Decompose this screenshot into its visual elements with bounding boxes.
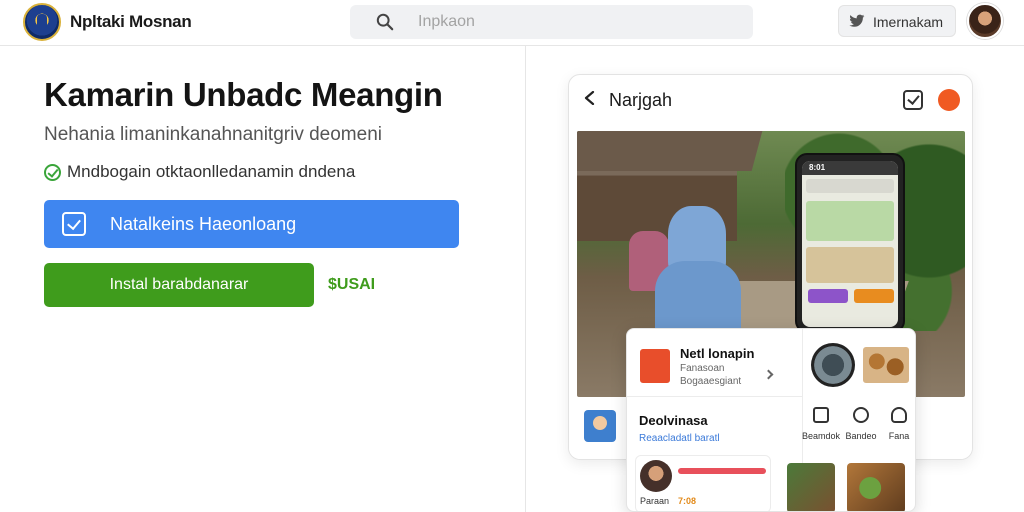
checkbox-icon[interactable] <box>903 90 923 110</box>
square-icon <box>813 407 829 423</box>
item-thumbnail <box>640 349 670 383</box>
phone-button-purple <box>808 289 848 303</box>
app-title: Npltaki Mosnan <box>70 12 192 31</box>
hero-subtitle: Nehania limaninkanahnanitgriv deomeni <box>44 124 382 145</box>
item-label: Paraan <box>640 496 670 506</box>
detail-item-1[interactable]: Netl lonapin Fanasoan Bogaaesgiant <box>627 329 803 397</box>
share-label: Imernakam <box>873 14 944 30</box>
tab-label: Beamdok <box>801 431 841 441</box>
phone-time: 8:01 <box>809 163 826 172</box>
preview-title: Narjgah <box>609 90 673 110</box>
back-icon[interactable] <box>583 91 597 105</box>
phone-button-orange <box>854 289 894 303</box>
floating-detail-card: Netl lonapin Fanasoan Bogaaesgiant Deolv… <box>626 328 916 512</box>
column-divider <box>525 46 526 512</box>
food-image[interactable] <box>863 347 909 383</box>
thumbnail-photo[interactable] <box>847 463 905 511</box>
primary-action-label: Natalkeins Haeonloang <box>110 214 297 234</box>
section-title: Deolvinasa <box>639 413 708 428</box>
primary-action-button[interactable]: Natalkeins Haeonloang <box>44 200 459 248</box>
item-name: Netl lonapin <box>680 346 755 361</box>
thumbnail-photo[interactable] <box>787 463 835 511</box>
detail-item-3[interactable]: Paraan 7:08 <box>635 455 771 511</box>
detail-right-column: Beamdok Bandeo Fana <box>787 329 915 511</box>
tab-label: Bandeo <box>845 431 877 441</box>
tab-beamdok[interactable]: Beamdok <box>801 407 841 441</box>
tab-bandeo[interactable]: Bandeo <box>841 407 881 441</box>
app-logo[interactable] <box>23 3 61 41</box>
photo-roof <box>577 131 763 171</box>
phone-screen <box>802 161 898 327</box>
item-subtitle-2: Bogaaesgiant <box>680 376 742 387</box>
chevron-right-icon <box>763 369 774 380</box>
feature-check-text: Mndbogain otktaonlledanamin dndena <box>67 162 356 181</box>
item-value: 7:08 <box>678 496 697 506</box>
twitter-icon <box>849 14 865 27</box>
checkbox-icon <box>62 212 86 236</box>
item-subtitle: Fanasoan <box>680 363 725 374</box>
progress-bar <box>678 468 766 474</box>
top-bar: Npltaki Mosnan Imernakam <box>0 0 1024 46</box>
tab-fana[interactable]: Fana <box>879 407 915 441</box>
price-label: $USAI <box>328 276 376 293</box>
phone-card-green <box>806 201 894 241</box>
check-circle-icon <box>44 163 61 181</box>
gift-icon <box>853 407 869 423</box>
notification-icon[interactable] <box>938 89 960 111</box>
tab-label: Fana <box>888 431 910 441</box>
avatar <box>640 460 672 492</box>
hero-title: Kamarin Unbadc Meangin <box>44 76 443 113</box>
phone-card-tan <box>806 247 894 283</box>
user-avatar[interactable] <box>967 3 1003 39</box>
search-bar[interactable] <box>350 5 753 39</box>
profile-thumbnail[interactable] <box>584 410 616 442</box>
search-input[interactable] <box>418 5 738 39</box>
section-link[interactable]: Reaacladatl baratl <box>639 433 720 444</box>
share-button[interactable]: Imernakam <box>838 5 956 37</box>
held-phone: 8:01 <box>795 153 905 333</box>
phone-header <box>806 179 894 193</box>
watch-image[interactable] <box>811 343 855 387</box>
search-icon <box>376 13 394 31</box>
user-icon <box>891 407 907 423</box>
feature-check-row: Mndbogain otktaonlledanamin dndena <box>44 162 355 182</box>
detail-left-column: Netl lonapin Fanasoan Bogaaesgiant Deolv… <box>627 329 803 511</box>
install-button[interactable]: Instal barabdanarar <box>44 263 314 307</box>
